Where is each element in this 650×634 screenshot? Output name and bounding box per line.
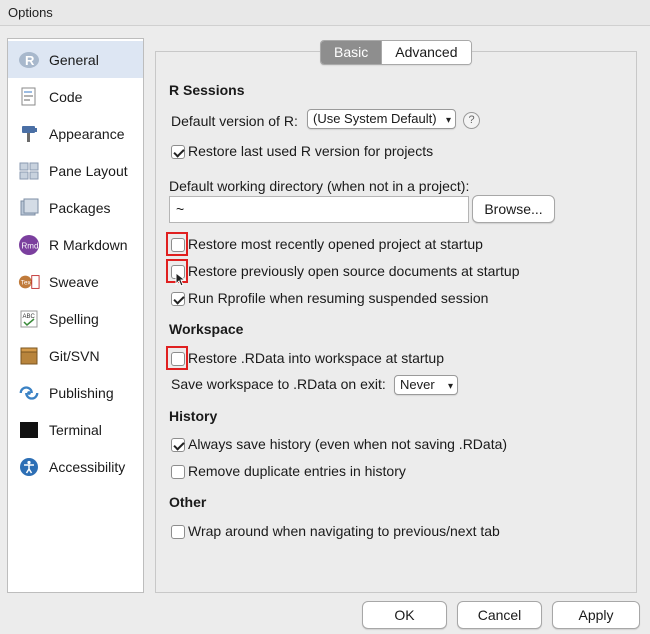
- sidebar-item-label: Spelling: [49, 310, 99, 327]
- sidebar-item-label: Sweave: [49, 273, 99, 290]
- publishing-icon: [18, 382, 40, 404]
- apply-button[interactable]: Apply: [552, 601, 640, 629]
- working-dir-label: Default working directory (when not in a…: [169, 178, 470, 194]
- ok-button[interactable]: OK: [362, 601, 447, 629]
- options-sidebar: R General Code Appearance Pane Layout Pa…: [7, 38, 144, 593]
- section-title-history: History: [169, 408, 218, 424]
- working-dir-input[interactable]: ~: [169, 196, 469, 223]
- svg-text:Tex: Tex: [21, 279, 32, 286]
- remove-duplicates-label: Remove duplicate entries in history: [188, 463, 406, 479]
- restore-rdata-checkbox[interactable]: [171, 352, 185, 366]
- restore-version-label: Restore last used R version for projects: [188, 143, 434, 159]
- rmd-icon: Rmd: [18, 234, 40, 256]
- paint-bucket-icon: [18, 123, 40, 145]
- sidebar-item-r-markdown[interactable]: Rmd R Markdown: [8, 226, 143, 263]
- section-title-other: Other: [169, 494, 207, 510]
- chevron-down-icon: ▾: [445, 115, 451, 126]
- sidebar-item-label: Publishing: [49, 384, 114, 401]
- always-save-history-checkbox[interactable]: [171, 438, 185, 452]
- section-title-r-sessions: R Sessions: [169, 82, 245, 98]
- accessibility-icon: [18, 456, 40, 478]
- terminal-icon: [18, 419, 40, 441]
- chevron-down-icon: ▾: [447, 381, 453, 392]
- svg-text:Rmd: Rmd: [22, 241, 39, 250]
- sidebar-item-code[interactable]: Code: [8, 78, 143, 115]
- save-on-exit-value: Never: [400, 377, 435, 392]
- save-on-exit-select[interactable]: Never ▾: [394, 375, 458, 395]
- sidebar-item-label: General: [49, 51, 99, 68]
- sidebar-item-git-svn[interactable]: Git/SVN: [8, 337, 143, 374]
- cancel-button[interactable]: Cancel: [457, 601, 542, 629]
- sidebar-item-publishing[interactable]: Publishing: [8, 374, 143, 411]
- sidebar-item-label: Pane Layout: [49, 162, 128, 179]
- restore-project-label: Restore most recently opened project at …: [188, 236, 483, 252]
- sidebar-item-appearance[interactable]: Appearance: [8, 115, 143, 152]
- restore-rdata-label: Restore .RData into workspace at startup: [188, 350, 445, 366]
- default-version-label: Default version of R:: [171, 113, 298, 129]
- browse-button[interactable]: Browse...: [472, 195, 555, 223]
- code-document-icon: [18, 86, 40, 108]
- sidebar-item-pane-layout[interactable]: Pane Layout: [8, 152, 143, 189]
- sidebar-item-packages[interactable]: Packages: [8, 189, 143, 226]
- sidebar-item-general[interactable]: R General: [8, 41, 143, 78]
- sidebar-item-sweave[interactable]: Tex Sweave: [8, 263, 143, 300]
- git-box-icon: [18, 345, 40, 367]
- sidebar-item-spelling[interactable]: ABC Spelling: [8, 300, 143, 337]
- tab-basic[interactable]: Basic: [321, 41, 382, 64]
- sidebar-item-label: Appearance: [49, 125, 125, 142]
- tab-advanced[interactable]: Advanced: [381, 41, 471, 64]
- r-logo-icon: R: [18, 49, 40, 71]
- sidebar-item-label: Code: [49, 88, 83, 105]
- remove-duplicates-checkbox[interactable]: [171, 465, 185, 479]
- sidebar-item-label: Packages: [49, 199, 111, 216]
- sidebar-item-label: Accessibility: [49, 458, 126, 475]
- wrap-around-checkbox[interactable]: [171, 525, 185, 539]
- tab-bar: Basic Advanced: [320, 40, 472, 65]
- restore-docs-label: Restore previously open source documents…: [188, 263, 520, 279]
- sidebar-item-accessibility[interactable]: Accessibility: [8, 448, 143, 485]
- run-rprofile-checkbox[interactable]: [171, 292, 185, 306]
- always-save-history-label: Always save history (even when not savin…: [188, 436, 508, 452]
- sidebar-item-label: Terminal: [49, 421, 102, 438]
- restore-version-checkbox[interactable]: [171, 145, 185, 159]
- pane-layout-icon: [18, 160, 40, 182]
- sidebar-item-terminal[interactable]: Terminal: [8, 411, 143, 448]
- default-version-select[interactable]: (Use System Default) ▾: [307, 109, 456, 129]
- sidebar-item-label: R Markdown: [49, 236, 128, 253]
- mouse-pointer-icon: [175, 272, 187, 287]
- window-title: Options: [8, 5, 53, 20]
- title-bar: Options: [0, 0, 650, 26]
- restore-project-checkbox[interactable]: [171, 238, 185, 252]
- wrap-around-label: Wrap around when navigating to previous/…: [188, 523, 500, 539]
- section-title-workspace: Workspace: [169, 321, 244, 337]
- help-icon[interactable]: ?: [463, 112, 480, 129]
- svg-text:R: R: [25, 53, 35, 68]
- run-rprofile-label: Run Rprofile when resuming suspended ses…: [188, 290, 489, 306]
- sweave-icon: Tex: [18, 271, 40, 293]
- package-icon: [18, 197, 40, 219]
- spelling-abc-icon: ABC: [18, 308, 40, 330]
- sidebar-item-label: Git/SVN: [49, 347, 100, 364]
- save-on-exit-label: Save workspace to .RData on exit:: [171, 376, 386, 392]
- default-version-value: (Use System Default): [313, 111, 437, 126]
